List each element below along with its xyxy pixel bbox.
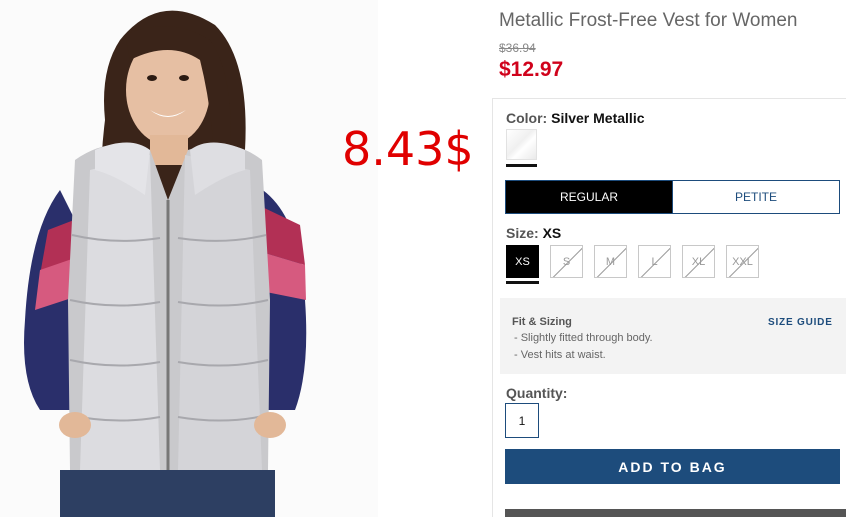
quantity-label: Quantity: — [506, 385, 568, 401]
original-price: $36.94 — [499, 41, 536, 55]
fit-type-toggle: REGULAR PETITE — [505, 180, 840, 214]
size-label-text: Size: — [506, 225, 539, 241]
color-label-text: Color: — [506, 110, 548, 126]
fit-option-regular[interactable]: REGULAR — [506, 181, 672, 213]
sale-price: $12.97 — [499, 58, 564, 81]
color-swatch-silver-metallic[interactable] — [506, 129, 537, 160]
color-value: Silver Metallic — [551, 110, 645, 126]
selected-size-indicator — [506, 281, 539, 284]
size-label: Size: XS — [506, 225, 561, 241]
size-option-xs[interactable]: XS — [506, 245, 539, 278]
size-option-xl[interactable]: XL — [682, 245, 715, 278]
fit-detail-line: - Slightly fitted through body. — [514, 332, 653, 344]
size-value: XS — [542, 225, 562, 241]
color-label: Color: Silver Metallic — [506, 110, 645, 126]
size-option-l[interactable]: L — [638, 245, 671, 278]
product-title: Metallic Frost-Free Vest for Women — [499, 10, 798, 31]
overlay-price-annotation: 8.43$ — [342, 122, 474, 176]
size-option-m[interactable]: M — [594, 245, 627, 278]
size-guide-link[interactable]: SIZE GUIDE — [768, 317, 833, 328]
fit-detail-line: - Vest hits at waist. — [514, 349, 606, 361]
fit-sizing-title: Fit & Sizing — [512, 316, 572, 328]
fit-option-petite[interactable]: PETITE — [672, 181, 839, 213]
model-photo-illustration — [0, 0, 378, 517]
product-image[interactable] — [0, 0, 378, 517]
add-to-bag-button[interactable]: ADD TO BAG — [505, 449, 840, 484]
quantity-input[interactable] — [505, 403, 539, 438]
selected-swatch-indicator — [506, 164, 537, 167]
next-section-bar — [505, 509, 846, 517]
size-option-s[interactable]: S — [550, 245, 583, 278]
size-option-xxl[interactable]: XXL — [726, 245, 759, 278]
